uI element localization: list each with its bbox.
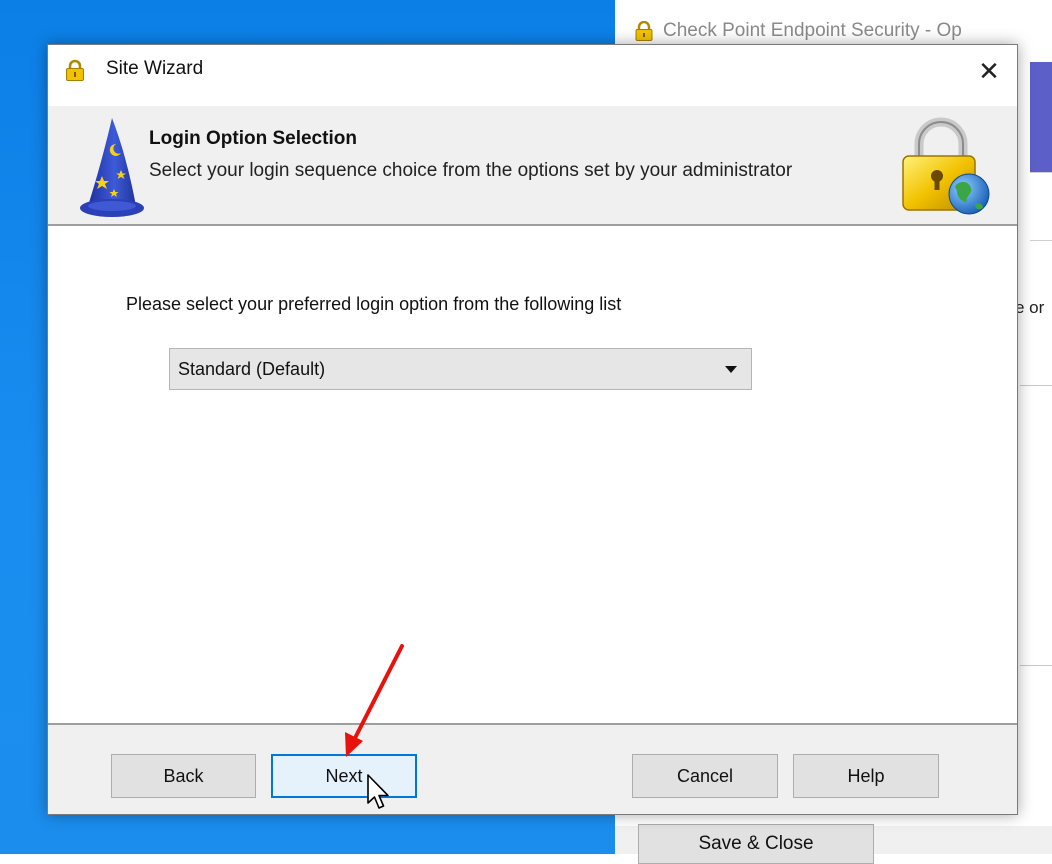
dialog-title: Site Wizard [106,58,204,79]
save-close-button[interactable]: Save & Close [638,824,874,864]
divider [1020,385,1052,386]
wizard-header: Login Option Selection Select your login… [48,106,1017,224]
padlock-icon [635,21,653,41]
close-icon: ✕ [978,55,1000,86]
background-window-titlebar: Check Point Endpoint Security - Op [635,16,962,46]
divider [1030,172,1052,173]
login-option-prompt: Please select your preferred login optio… [126,294,622,314]
divider [1030,240,1052,241]
site-wizard-dialog: Site Wizard ✕ Login Option Selection Sel… [47,44,1018,815]
divider [1020,665,1052,666]
help-button[interactable]: Help [793,754,939,798]
wizard-hat-icon [80,118,144,217]
mouse-cursor-icon [367,774,389,809]
close-button[interactable]: ✕ [961,45,1017,97]
lock-globe-icon [902,117,990,215]
background-window-banner [1030,62,1052,172]
cancel-button[interactable]: Cancel [632,754,778,798]
header-title: Login Option Selection [149,128,357,149]
wizard-body: Please select your preferred login optio… [48,226,1017,719]
back-button[interactable]: Back [111,754,256,798]
wizard-footer: Back Next Cancel Help [48,725,1017,814]
background-window-text: e or [1015,298,1045,317]
chevron-down-icon[interactable] [725,366,737,373]
padlock-icon [66,59,84,81]
header-subtitle: Select your login sequence choice from t… [149,160,793,181]
background-window-title: Check Point Endpoint Security - Op [663,20,962,41]
login-option-selected: Standard (Default) [178,359,326,379]
login-option-dropdown[interactable]: Standard (Default) [169,348,752,390]
dialog-titlebar[interactable]: Site Wizard ✕ [48,45,1017,97]
red-arrow-icon [345,644,404,757]
